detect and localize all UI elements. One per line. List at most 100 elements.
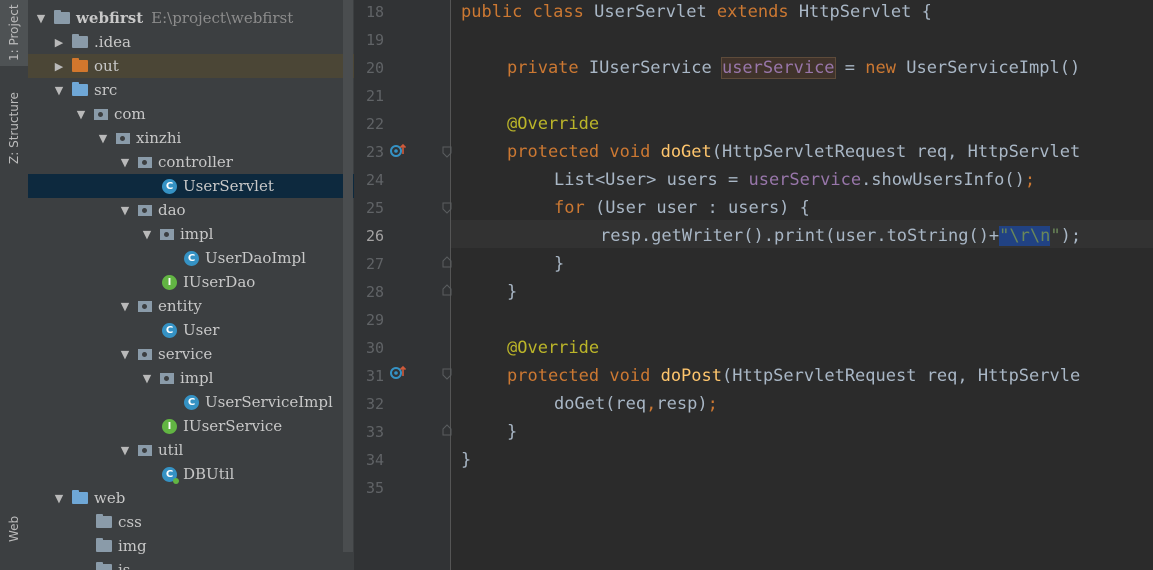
- line-number: 27: [365, 255, 384, 273]
- line-number: 18: [365, 3, 384, 21]
- structure-tool-tab-label: Z: Structure: [7, 92, 21, 164]
- structure-tool-tab[interactable]: Z: Structure: [0, 88, 28, 168]
- collapse-arrow-icon[interactable]: ▶: [52, 60, 66, 73]
- expand-arrow-icon[interactable]: ▼: [52, 84, 66, 97]
- tree-item-idea[interactable]: ▶ .idea: [28, 30, 354, 54]
- code-line-30: @Override: [507, 338, 600, 358]
- interface-icon: I: [162, 274, 177, 290]
- collapse-arrow-icon[interactable]: ▶: [52, 36, 66, 49]
- code-line-20: private IUserService userService = new U…: [507, 57, 1081, 79]
- override-method-icon[interactable]: [390, 365, 406, 381]
- code-line-34: }: [461, 450, 472, 470]
- tree-item-util[interactable]: ▼ util: [28, 438, 354, 462]
- folder-icon: [96, 514, 112, 528]
- override-method-icon[interactable]: [390, 143, 406, 159]
- tree-item-userserviceimpl[interactable]: C UserServiceImpl: [28, 390, 354, 414]
- tree-item-label: js: [118, 561, 131, 570]
- expand-arrow-icon[interactable]: ▼: [118, 444, 132, 457]
- expand-arrow-icon[interactable]: ▼: [74, 108, 88, 121]
- tree-item-dbutil[interactable]: C DBUtil: [28, 462, 354, 486]
- fold-marker-icon[interactable]: [442, 256, 452, 268]
- fold-marker-icon[interactable]: [442, 202, 452, 214]
- tree-item-label: UserServiceImpl: [205, 393, 333, 411]
- tree-item-label: User: [183, 321, 220, 339]
- tree-scrollbar[interactable]: [343, 0, 353, 552]
- code-line-32: doGet(req,resp);: [554, 394, 718, 414]
- code-line-22: @Override: [507, 114, 600, 134]
- expand-arrow-icon[interactable]: ▼: [140, 228, 154, 241]
- tree-item-service-impl[interactable]: ▼ impl: [28, 366, 354, 390]
- code-line-18: public class UserServlet extends HttpSer…: [461, 2, 932, 22]
- tree-item-label: out: [94, 57, 119, 75]
- line-number: 29: [365, 311, 384, 329]
- tree-item-label: IUserService: [183, 417, 283, 435]
- tree-item-img[interactable]: img: [28, 534, 354, 558]
- tree-item-iuserdao[interactable]: I IUserDao: [28, 270, 354, 294]
- tree-item-xinzhi[interactable]: ▼ xinzhi: [28, 126, 354, 150]
- tree-item-controller[interactable]: ▼ controller: [28, 150, 354, 174]
- line-number: 26: [365, 227, 384, 245]
- line-number: 22: [365, 115, 384, 133]
- tree-item-web[interactable]: ▼ web: [28, 486, 354, 510]
- expand-arrow-icon[interactable]: ▼: [118, 204, 132, 217]
- tree-item-label: impl: [180, 369, 214, 387]
- tree-item-js[interactable]: js: [28, 558, 354, 570]
- expand-arrow-icon[interactable]: ▼: [96, 132, 110, 145]
- code-line-25: for (User user : users) {: [554, 198, 810, 218]
- code-line-24: List<User> users = userService.showUsers…: [554, 170, 1036, 190]
- editor-gutter: 18 19 20 21 22 23 24 25 26 27 28 29 30 3…: [354, 0, 452, 570]
- tree-item-label: UserDaoImpl: [205, 249, 306, 267]
- fold-marker-icon[interactable]: [442, 368, 452, 380]
- line-number: 30: [365, 339, 384, 357]
- tree-item-dao[interactable]: ▼ dao: [28, 198, 354, 222]
- package-icon: [138, 444, 152, 456]
- line-number: 19: [365, 31, 384, 49]
- line-number: 32: [365, 395, 384, 413]
- web-tool-tab-label: Web: [7, 515, 21, 543]
- code-line-28: }: [507, 282, 518, 302]
- expand-arrow-icon[interactable]: ▼: [52, 492, 66, 505]
- web-tool-tab[interactable]: Web: [0, 500, 28, 558]
- project-tool-tab[interactable]: 1: Project: [0, 0, 28, 66]
- excluded-folder-icon: [72, 58, 88, 72]
- fold-marker-icon[interactable]: [442, 146, 452, 158]
- module-folder-icon: [54, 10, 70, 24]
- tree-item-src[interactable]: ▼ src: [28, 78, 354, 102]
- tree-item-com[interactable]: ▼ com: [28, 102, 354, 126]
- fold-marker-icon[interactable]: [442, 424, 452, 436]
- expand-arrow-icon[interactable]: ▼: [34, 12, 48, 25]
- field-usage-highlight[interactable]: userService: [720, 57, 836, 79]
- line-number: 24: [365, 171, 384, 189]
- tree-item-label: dao: [158, 201, 186, 219]
- tree-item-entity[interactable]: ▼ entity: [28, 294, 354, 318]
- tree-item-userdaoimpl[interactable]: C UserDaoImpl: [28, 246, 354, 270]
- package-icon: [116, 132, 130, 144]
- tree-item-out[interactable]: ▶ out: [28, 54, 354, 78]
- source-folder-icon: [72, 82, 88, 96]
- class-icon: C: [162, 178, 177, 194]
- class-icon: C: [184, 250, 199, 266]
- tree-item-css[interactable]: css: [28, 510, 354, 534]
- tool-window-strip: 1: Project Z: Structure Web: [0, 0, 29, 570]
- tree-item-iuserservice[interactable]: I IUserService: [28, 414, 354, 438]
- expand-arrow-icon[interactable]: ▼: [140, 372, 154, 385]
- code-line-26: resp.getWriter().print(user.toString()+"…: [600, 226, 1082, 246]
- package-icon: [138, 300, 152, 312]
- line-number: 28: [365, 283, 384, 301]
- package-icon: [160, 228, 174, 240]
- tree-item-service[interactable]: ▼ service: [28, 342, 354, 366]
- expand-arrow-icon[interactable]: ▼: [118, 300, 132, 313]
- tree-item-userservlet[interactable]: C UserServlet: [28, 174, 354, 198]
- tree-item-webfirst[interactable]: ▼ webfirst E:\project\webfirst: [28, 6, 354, 30]
- project-tool-tab-label: 1: Project: [7, 4, 21, 62]
- tree-item-user[interactable]: C User: [28, 318, 354, 342]
- text-selection[interactable]: \r\n: [1009, 226, 1051, 246]
- expand-arrow-icon[interactable]: ▼: [118, 348, 132, 361]
- line-number: 25: [365, 199, 384, 217]
- code-editor[interactable]: 18 19 20 21 22 23 24 25 26 27 28 29 30 3…: [354, 0, 1153, 570]
- expand-arrow-icon[interactable]: ▼: [118, 156, 132, 169]
- fold-marker-icon[interactable]: [442, 284, 452, 296]
- tree-item-dao-impl[interactable]: ▼ impl: [28, 222, 354, 246]
- code-line-23: protected void doGet(HttpServletRequest …: [507, 142, 1081, 162]
- line-number: 20: [365, 59, 384, 77]
